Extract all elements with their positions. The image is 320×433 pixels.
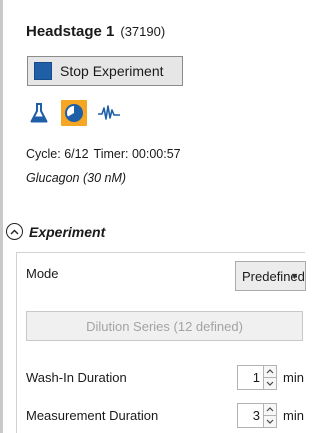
spin-down-icon[interactable] — [264, 377, 276, 389]
spin-up-icon[interactable] — [264, 404, 276, 415]
dropdown-arrow-icon: ▼ — [290, 271, 299, 281]
dilution-series-button[interactable]: Dilution Series (12 defined) — [26, 311, 303, 341]
wash-in-label: Wash-In Duration — [26, 370, 127, 385]
headstage-panel: Headstage 1 (37190) Stop Experiment Cycle… — [6, 0, 306, 433]
headstage-header: Headstage 1 (37190) — [26, 23, 165, 40]
timer-pie-icon[interactable] — [61, 100, 87, 126]
measurement-spinner[interactable] — [263, 403, 277, 428]
view-icon-row — [26, 100, 122, 126]
measurement-unit: min — [283, 408, 304, 423]
experiment-section-header[interactable]: Experiment — [6, 223, 105, 240]
timer-text: Timer: 00:00:57 — [93, 147, 181, 161]
wash-in-spinner[interactable] — [263, 365, 277, 390]
cycle-text: Cycle: 6/12 — [26, 147, 89, 161]
stop-experiment-label: Stop Experiment — [60, 63, 164, 79]
status-line: Cycle: 6/12 Timer: 00:00:57 — [26, 147, 181, 161]
headstage-title: Headstage 1 — [26, 23, 115, 40]
measurement-input[interactable]: 3 — [237, 403, 264, 428]
spin-up-icon[interactable] — [264, 366, 276, 377]
headstage-serial: (37190) — [120, 24, 166, 39]
compound-text: Glucagon (30 nM) — [26, 171, 127, 185]
left-divider — [0, 0, 3, 433]
spin-down-icon[interactable] — [264, 415, 276, 427]
stop-square-icon — [34, 62, 52, 80]
measurement-label: Measurement Duration — [26, 408, 159, 423]
wash-in-unit: min — [283, 370, 304, 385]
mode-label: Mode — [26, 266, 59, 281]
waveform-icon[interactable] — [96, 100, 122, 126]
stop-experiment-button[interactable]: Stop Experiment — [27, 56, 183, 86]
collapse-chevron-icon[interactable] — [6, 223, 23, 240]
mode-dropdown[interactable]: Predefined ▼ — [235, 261, 306, 291]
flask-icon[interactable] — [26, 100, 52, 126]
wash-in-input[interactable]: 1 — [237, 365, 264, 390]
experiment-section-title: Experiment — [29, 223, 106, 240]
